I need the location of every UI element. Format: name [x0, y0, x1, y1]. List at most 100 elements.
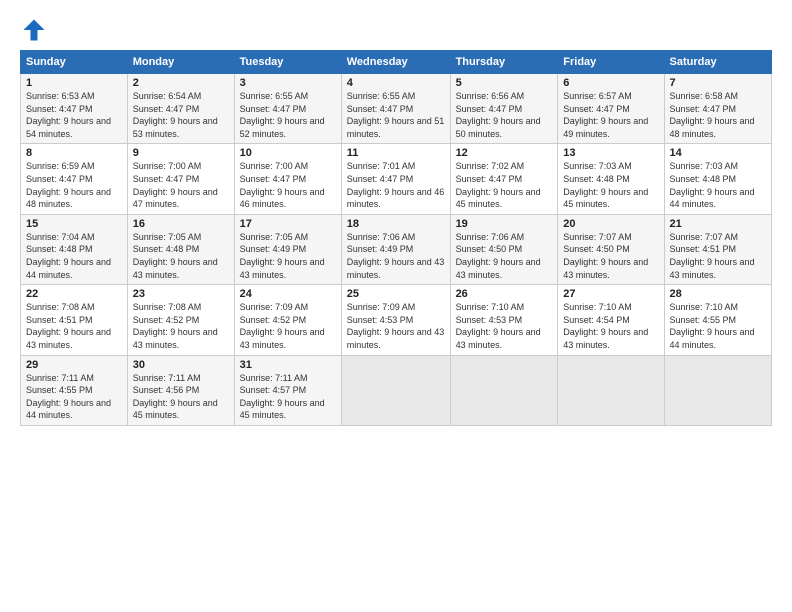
day-info: Sunrise: 6:55 AMSunset: 4:47 PMDaylight:… — [347, 91, 445, 139]
day-number: 3 — [240, 77, 336, 89]
day-info: Sunrise: 7:06 AMSunset: 4:49 PMDaylight:… — [347, 232, 445, 280]
header-cell-thursday: Thursday — [450, 51, 558, 74]
day-cell: 14 Sunrise: 7:03 AMSunset: 4:48 PMDaylig… — [664, 144, 772, 214]
logo — [20, 16, 52, 44]
day-info: Sunrise: 7:11 AMSunset: 4:55 PMDaylight:… — [26, 373, 111, 421]
day-cell: 26 Sunrise: 7:10 AMSunset: 4:53 PMDaylig… — [450, 285, 558, 355]
day-number: 6 — [563, 77, 658, 89]
day-number: 19 — [456, 218, 553, 230]
day-number: 29 — [26, 359, 122, 371]
day-cell — [450, 355, 558, 425]
day-cell — [664, 355, 772, 425]
header-row: SundayMondayTuesdayWednesdayThursdayFrid… — [21, 51, 772, 74]
day-number: 26 — [456, 288, 553, 300]
day-number: 25 — [347, 288, 445, 300]
day-info: Sunrise: 7:07 AMSunset: 4:50 PMDaylight:… — [563, 232, 648, 280]
week-row-5: 29 Sunrise: 7:11 AMSunset: 4:55 PMDaylig… — [21, 355, 772, 425]
header-cell-sunday: Sunday — [21, 51, 128, 74]
day-info: Sunrise: 6:53 AMSunset: 4:47 PMDaylight:… — [26, 91, 111, 139]
day-info: Sunrise: 7:03 AMSunset: 4:48 PMDaylight:… — [670, 161, 755, 209]
header-cell-wednesday: Wednesday — [341, 51, 450, 74]
day-cell: 18 Sunrise: 7:06 AMSunset: 4:49 PMDaylig… — [341, 214, 450, 284]
header-cell-saturday: Saturday — [664, 51, 772, 74]
calendar-table: SundayMondayTuesdayWednesdayThursdayFrid… — [20, 50, 772, 426]
day-cell: 16 Sunrise: 7:05 AMSunset: 4:48 PMDaylig… — [127, 214, 234, 284]
day-info: Sunrise: 6:54 AMSunset: 4:47 PMDaylight:… — [133, 91, 218, 139]
day-cell — [558, 355, 664, 425]
day-number: 28 — [670, 288, 767, 300]
day-info: Sunrise: 7:09 AMSunset: 4:53 PMDaylight:… — [347, 302, 445, 350]
day-number: 21 — [670, 218, 767, 230]
day-number: 5 — [456, 77, 553, 89]
day-number: 14 — [670, 147, 767, 159]
day-number: 17 — [240, 218, 336, 230]
day-cell: 23 Sunrise: 7:08 AMSunset: 4:52 PMDaylig… — [127, 285, 234, 355]
day-cell: 20 Sunrise: 7:07 AMSunset: 4:50 PMDaylig… — [558, 214, 664, 284]
day-info: Sunrise: 7:00 AMSunset: 4:47 PMDaylight:… — [133, 161, 218, 209]
day-cell: 29 Sunrise: 7:11 AMSunset: 4:55 PMDaylig… — [21, 355, 128, 425]
day-info: Sunrise: 7:09 AMSunset: 4:52 PMDaylight:… — [240, 302, 325, 350]
header — [20, 16, 772, 44]
day-number: 11 — [347, 147, 445, 159]
day-number: 1 — [26, 77, 122, 89]
day-info: Sunrise: 7:10 AMSunset: 4:55 PMDaylight:… — [670, 302, 755, 350]
day-info: Sunrise: 6:56 AMSunset: 4:47 PMDaylight:… — [456, 91, 541, 139]
day-number: 20 — [563, 218, 658, 230]
day-info: Sunrise: 7:08 AMSunset: 4:51 PMDaylight:… — [26, 302, 111, 350]
header-cell-monday: Monday — [127, 51, 234, 74]
day-number: 24 — [240, 288, 336, 300]
day-info: Sunrise: 7:05 AMSunset: 4:48 PMDaylight:… — [133, 232, 218, 280]
day-cell: 10 Sunrise: 7:00 AMSunset: 4:47 PMDaylig… — [234, 144, 341, 214]
day-cell: 24 Sunrise: 7:09 AMSunset: 4:52 PMDaylig… — [234, 285, 341, 355]
day-number: 9 — [133, 147, 229, 159]
day-info: Sunrise: 7:11 AMSunset: 4:57 PMDaylight:… — [240, 373, 325, 421]
day-info: Sunrise: 7:05 AMSunset: 4:49 PMDaylight:… — [240, 232, 325, 280]
day-cell: 13 Sunrise: 7:03 AMSunset: 4:48 PMDaylig… — [558, 144, 664, 214]
day-number: 12 — [456, 147, 553, 159]
day-info: Sunrise: 7:10 AMSunset: 4:54 PMDaylight:… — [563, 302, 648, 350]
day-number: 22 — [26, 288, 122, 300]
day-cell: 7 Sunrise: 6:58 AMSunset: 4:47 PMDayligh… — [664, 74, 772, 144]
day-number: 16 — [133, 218, 229, 230]
day-number: 27 — [563, 288, 658, 300]
day-info: Sunrise: 7:04 AMSunset: 4:48 PMDaylight:… — [26, 232, 111, 280]
week-row-3: 15 Sunrise: 7:04 AMSunset: 4:48 PMDaylig… — [21, 214, 772, 284]
day-info: Sunrise: 7:03 AMSunset: 4:48 PMDaylight:… — [563, 161, 648, 209]
day-cell: 28 Sunrise: 7:10 AMSunset: 4:55 PMDaylig… — [664, 285, 772, 355]
day-info: Sunrise: 7:10 AMSunset: 4:53 PMDaylight:… — [456, 302, 541, 350]
day-info: Sunrise: 6:57 AMSunset: 4:47 PMDaylight:… — [563, 91, 648, 139]
day-number: 30 — [133, 359, 229, 371]
day-cell: 5 Sunrise: 6:56 AMSunset: 4:47 PMDayligh… — [450, 74, 558, 144]
day-number: 15 — [26, 218, 122, 230]
day-number: 31 — [240, 359, 336, 371]
week-row-2: 8 Sunrise: 6:59 AMSunset: 4:47 PMDayligh… — [21, 144, 772, 214]
day-cell: 2 Sunrise: 6:54 AMSunset: 4:47 PMDayligh… — [127, 74, 234, 144]
day-number: 7 — [670, 77, 767, 89]
day-cell: 12 Sunrise: 7:02 AMSunset: 4:47 PMDaylig… — [450, 144, 558, 214]
day-number: 2 — [133, 77, 229, 89]
day-cell: 17 Sunrise: 7:05 AMSunset: 4:49 PMDaylig… — [234, 214, 341, 284]
day-info: Sunrise: 7:02 AMSunset: 4:47 PMDaylight:… — [456, 161, 541, 209]
day-number: 18 — [347, 218, 445, 230]
day-cell: 31 Sunrise: 7:11 AMSunset: 4:57 PMDaylig… — [234, 355, 341, 425]
header-cell-friday: Friday — [558, 51, 664, 74]
day-cell: 4 Sunrise: 6:55 AMSunset: 4:47 PMDayligh… — [341, 74, 450, 144]
day-cell: 30 Sunrise: 7:11 AMSunset: 4:56 PMDaylig… — [127, 355, 234, 425]
day-info: Sunrise: 7:01 AMSunset: 4:47 PMDaylight:… — [347, 161, 445, 209]
day-number: 8 — [26, 147, 122, 159]
day-info: Sunrise: 7:11 AMSunset: 4:56 PMDaylight:… — [133, 373, 218, 421]
day-cell: 21 Sunrise: 7:07 AMSunset: 4:51 PMDaylig… — [664, 214, 772, 284]
day-cell — [341, 355, 450, 425]
day-info: Sunrise: 7:00 AMSunset: 4:47 PMDaylight:… — [240, 161, 325, 209]
day-info: Sunrise: 7:07 AMSunset: 4:51 PMDaylight:… — [670, 232, 755, 280]
day-cell: 11 Sunrise: 7:01 AMSunset: 4:47 PMDaylig… — [341, 144, 450, 214]
day-info: Sunrise: 6:55 AMSunset: 4:47 PMDaylight:… — [240, 91, 325, 139]
day-cell: 6 Sunrise: 6:57 AMSunset: 4:47 PMDayligh… — [558, 74, 664, 144]
day-info: Sunrise: 6:58 AMSunset: 4:47 PMDaylight:… — [670, 91, 755, 139]
week-row-4: 22 Sunrise: 7:08 AMSunset: 4:51 PMDaylig… — [21, 285, 772, 355]
day-cell: 8 Sunrise: 6:59 AMSunset: 4:47 PMDayligh… — [21, 144, 128, 214]
day-cell: 15 Sunrise: 7:04 AMSunset: 4:48 PMDaylig… — [21, 214, 128, 284]
day-info: Sunrise: 7:08 AMSunset: 4:52 PMDaylight:… — [133, 302, 218, 350]
day-number: 13 — [563, 147, 658, 159]
day-cell: 1 Sunrise: 6:53 AMSunset: 4:47 PMDayligh… — [21, 74, 128, 144]
